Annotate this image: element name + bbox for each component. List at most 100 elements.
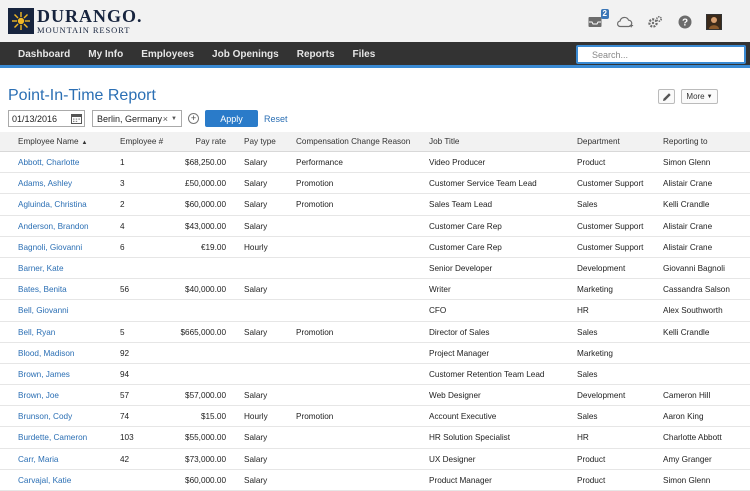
settings-gear-icon[interactable] [646, 14, 664, 30]
employee-number: 92 [120, 348, 130, 358]
nav-files[interactable]: Files [344, 42, 385, 65]
table-row[interactable]: Brown, Joe 57 $57,000.00 Salary Web Designer… [0, 385, 750, 407]
pay-rate: $43,000.00 [185, 221, 226, 231]
employee-name-link[interactable]: Brown, James [18, 364, 70, 385]
department: Product [577, 475, 606, 485]
reporting-to: Aaron King [663, 412, 704, 422]
table-row[interactable]: Anderson, Brandon 4 $43,000.00 Salary Custom… [0, 216, 750, 237]
column-header-employee-name[interactable]: Employee Name ▲ [18, 132, 87, 153]
clear-location-icon[interactable]: × [163, 114, 168, 124]
pay-rate: £50,000.00 [185, 179, 226, 189]
department: Development [577, 391, 626, 401]
pencil-icon [662, 92, 671, 101]
logo-sub-text: MOUNTAIN RESORT [37, 25, 131, 36]
employee-name-link[interactable]: Brunson, Cody [18, 406, 72, 427]
table-row[interactable]: Barner, Kate Senior Developer Development G… [0, 258, 750, 280]
department: Marketing [577, 285, 613, 295]
column-header-employee-number[interactable]: Employee # [120, 132, 163, 152]
inbox-count-badge: 2 [600, 9, 609, 19]
date-field[interactable]: 01/13/2016 [8, 110, 85, 127]
employee-number: 1 [120, 158, 125, 167]
table-row[interactable]: Bell, Giovanni CFO HR Alex Southworth [0, 300, 750, 322]
employee-name-link[interactable]: Bagnoli, Giovanni [18, 237, 82, 258]
help-icon[interactable]: ? [676, 14, 694, 30]
job-title: Product Manager [429, 475, 492, 485]
reporting-to: Simon Glenn [663, 475, 711, 485]
employee-name-link[interactable]: Barner, Kate [18, 258, 64, 279]
reset-link[interactable]: Reset [264, 114, 288, 124]
employee-name-link[interactable]: Burdette, Cameron [18, 427, 87, 448]
pay-rate: $60,000.00 [185, 475, 226, 485]
table-row[interactable]: Blood, Madison 92 Project Manager Marketing [0, 343, 750, 364]
employee-name-link[interactable]: Blood, Madison [18, 343, 74, 364]
column-header-reporting-to[interactable]: Reporting to [663, 132, 708, 152]
job-title: Director of Sales [429, 327, 490, 337]
nav-job-openings[interactable]: Job Openings [203, 42, 288, 65]
job-title: Web Designer [429, 391, 481, 401]
department: HR [577, 306, 589, 316]
column-header-pay-type[interactable]: Pay type [244, 132, 276, 152]
nav-reports[interactable]: Reports [288, 42, 344, 65]
table-row[interactable]: Brown, James 94 Customer Retention Team Le… [0, 364, 750, 386]
employee-name-link[interactable]: Brown, Joe [18, 385, 59, 406]
employee-number: 4 [120, 221, 125, 231]
job-title: Customer Care Rep [429, 221, 502, 231]
employee-name-link[interactable]: Bell, Giovanni [18, 300, 69, 321]
employee-name-link[interactable]: Adams, Ashley [18, 173, 72, 194]
calendar-icon[interactable] [69, 112, 83, 125]
comp-change-reason: Promotion [296, 200, 334, 210]
location-select[interactable]: Berlin, Germany × ▼ [92, 110, 182, 127]
column-header-department[interactable]: Department [577, 132, 620, 152]
employee-name-link[interactable]: Carvajal, Katie [18, 470, 71, 491]
more-button[interactable]: More ▼ [681, 89, 718, 104]
column-header-pay-rate[interactable]: Pay rate [196, 132, 227, 152]
department: Product [577, 158, 606, 167]
table-row[interactable]: Bagnoli, Giovanni 6 €19.00 Hourly Customer C… [0, 237, 750, 258]
employee-name-link[interactable]: Abbott, Charlotte [18, 152, 79, 173]
cloud-add-icon[interactable] [616, 14, 634, 30]
employee-name-link[interactable]: Anderson, Brandon [18, 216, 89, 237]
pay-type: Salary [244, 454, 268, 464]
dropdown-arrow-icon: ▼ [171, 115, 177, 122]
table-row[interactable]: Brunson, Cody 74 $15.00 Hourly Promotion Acco… [0, 406, 750, 428]
table-row[interactable]: Agluinda, Christina 2 $60,000.00 Salary Prom… [0, 194, 750, 216]
table-row[interactable]: Abbott, Charlotte 1 $68,250.00 Salary Perfor… [0, 152, 750, 174]
pay-rate: $60,000.00 [185, 200, 226, 210]
job-title: UX Designer [429, 454, 476, 464]
department: Product [577, 454, 606, 464]
employee-name-link[interactable]: Agluinda, Christina [18, 194, 87, 215]
employee-number: 103 [120, 433, 134, 443]
table-row[interactable]: Adams, Ashley 3 £50,000.00 Salary Promotion C… [0, 173, 750, 195]
nav-dashboard[interactable]: Dashboard [9, 42, 79, 65]
date-value: 01/13/2016 [12, 113, 58, 124]
employee-name-link[interactable]: Carr, Maria [18, 449, 59, 470]
report-filters: 01/13/2016 Berlin, Germany × ▼ + Apply R… [8, 110, 288, 127]
pay-rate: €19.00 [200, 242, 226, 252]
table-row[interactable]: Bell, Ryan 5 $665,000.00 Salary Promotion Dir… [0, 322, 750, 343]
department: Customer Support [577, 179, 644, 189]
table-row[interactable]: Carr, Maria 42 $73,000.00 Salary UX Designer… [0, 449, 750, 470]
employee-name-link[interactable]: Bell, Ryan [18, 322, 55, 343]
nav-my-info[interactable]: My Info [79, 42, 132, 65]
pay-type: Salary [244, 179, 268, 189]
table-row[interactable]: Carvajal, Katie $60,000.00 Salary Product M… [0, 470, 750, 491]
table-row[interactable]: Bates, Benita 56 $40,000.00 Salary Writer Mar… [0, 279, 750, 301]
table-row[interactable]: Burdette, Cameron 103 $55,000.00 Salary HR S… [0, 427, 750, 449]
user-avatar[interactable] [706, 14, 722, 30]
reporting-to: Simon Glenn [663, 158, 711, 167]
apply-button[interactable]: Apply [205, 110, 258, 127]
search-input[interactable]: Search... [576, 45, 746, 64]
column-header-job-title[interactable]: Job Title [429, 132, 460, 152]
add-filter-button[interactable]: + [188, 113, 199, 124]
comp-change-reason: Promotion [296, 412, 334, 422]
column-header-comp-change-reason[interactable]: Compensation Change Reason [296, 132, 410, 152]
employee-name-link[interactable]: Bates, Benita [18, 279, 67, 300]
inbox-icon[interactable]: 2 [586, 9, 609, 30]
nav-employees[interactable]: Employees [132, 42, 203, 65]
edit-report-button[interactable] [658, 89, 675, 104]
employee-number: 56 [120, 285, 130, 295]
logo-main-text: DURANGO. [37, 6, 143, 27]
reporting-to: Alistair Crane [663, 242, 713, 252]
company-logo[interactable]: DURANGO. MOUNTAIN RESORT [8, 7, 143, 35]
pay-type: Salary [244, 391, 268, 401]
